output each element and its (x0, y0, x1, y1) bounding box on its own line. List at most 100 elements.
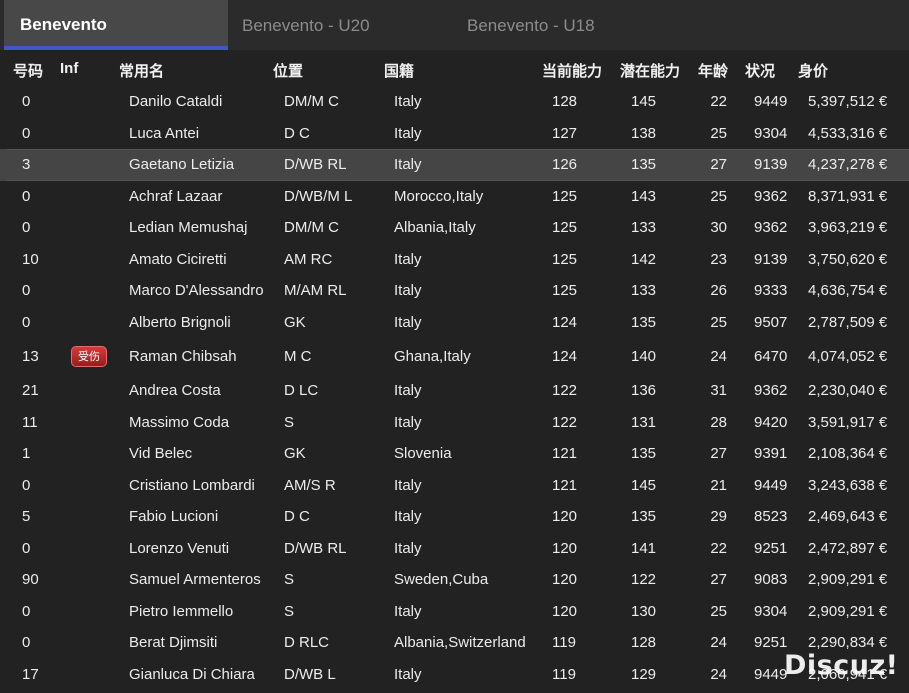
injury-badge[interactable]: 受伤 (71, 346, 107, 367)
player-position: M/AM RL (284, 282, 347, 299)
player-value: 2,469,643 € (808, 508, 888, 525)
player-value: 3,243,638 € (808, 476, 888, 494)
player-number: 0 (22, 124, 31, 142)
player-nationality: Italy (394, 508, 422, 525)
column-header-inf[interactable]: Inf (60, 60, 78, 77)
player-age: 24 (710, 348, 727, 365)
player-potential-ability: 135 (631, 445, 657, 462)
player-current-ability: 124 (552, 313, 578, 331)
player-nationality: Ghana,Italy (394, 348, 471, 365)
table-row[interactable]: 0 Danilo Cataldi DM/M C Italy 128 145 22 9449 5,… (0, 86, 909, 118)
table-row[interactable]: 17 Gianluca Di Chiara D/WB L Italy 119 129 24 9… (0, 659, 909, 691)
player-potential-ability: 142 (631, 250, 657, 268)
table-row[interactable]: 0 Berat Djimsiti D RLC Albania,Switzerland 1… (0, 627, 909, 659)
player-nationality: Italy (394, 156, 422, 173)
player-nationality: Italy (394, 413, 422, 431)
table-row[interactable]: 90 Samuel Armenteros S Sweden,Cuba 120 122 27 9… (0, 564, 909, 596)
player-condition: 9333 (754, 282, 788, 299)
column-header-name[interactable]: 常用名 (119, 60, 164, 81)
player-age: 25 (710, 187, 727, 205)
player-position: S (284, 602, 295, 620)
player-position: D/WB/M L (284, 187, 353, 205)
player-value: 2,909,291 € (808, 602, 888, 620)
player-nationality: Italy (394, 93, 422, 110)
player-number: 5 (22, 508, 31, 525)
player-number: 90 (22, 571, 39, 588)
table-row[interactable]: 21 Andrea Costa D LC Italy 122 136 31 9362 2,230… (0, 375, 909, 407)
player-potential-ability: 138 (631, 124, 657, 142)
table-row[interactable]: 0 Achraf Lazaar D/WB/M L Morocco,Italy 125 14… (0, 181, 909, 213)
player-number: 3 (22, 156, 31, 173)
watermark-logo: Discuz! (784, 650, 899, 681)
table-row[interactable]: 0 Lorenzo Venuti D/WB RL Italy 120 141 22 9251 2… (0, 533, 909, 565)
player-position: D C (284, 508, 310, 525)
table-row[interactable]: 0 Alberto Brignoli GK Italy 124 135 25 9507 2,78… (0, 307, 909, 339)
column-header-number[interactable]: 号码 (13, 60, 43, 81)
player-current-ability: 126 (552, 156, 578, 173)
player-age: 27 (710, 445, 727, 462)
player-name: Gianluca Di Chiara (129, 665, 255, 683)
player-potential-ability: 135 (631, 508, 657, 525)
player-number: 0 (22, 219, 31, 236)
column-header-potential-ability[interactable]: 潜在能力 (620, 60, 680, 81)
player-current-ability: 121 (552, 476, 578, 494)
player-current-ability: 120 (552, 539, 578, 557)
column-header-value[interactable]: 身价 (798, 60, 828, 81)
player-nationality: Italy (394, 313, 422, 331)
table-row[interactable]: 1 Vid Belec GK Slovenia 121 135 27 9391 2,108,36… (0, 438, 909, 470)
player-current-ability: 125 (552, 282, 578, 299)
player-number: 0 (22, 313, 31, 331)
player-current-ability: 125 (552, 250, 578, 268)
player-potential-ability: 145 (631, 93, 657, 110)
player-nationality: Italy (394, 250, 422, 268)
column-header-nationality[interactable]: 国籍 (384, 60, 414, 81)
column-header-age[interactable]: 年龄 (698, 60, 728, 81)
player-current-ability: 125 (552, 187, 578, 205)
player-name: Lorenzo Venuti (129, 539, 230, 557)
column-header-position[interactable]: 位置 (273, 60, 303, 81)
tab-benevento[interactable]: Benevento (4, 0, 228, 50)
player-position: D/WB L (284, 665, 336, 683)
column-header-condition[interactable]: 状况 (745, 60, 775, 81)
player-current-ability: 119 (552, 665, 576, 683)
table-row[interactable]: 0 Luca Antei D C Italy 127 138 25 9304 4,533,316… (0, 118, 909, 150)
player-position: DM/M C (284, 219, 339, 236)
player-potential-ability: 133 (631, 219, 657, 236)
player-current-ability: 120 (552, 602, 578, 620)
table-row[interactable]: 5 Fabio Lucioni D C Italy 120 135 29 8523 2,469,… (0, 501, 909, 533)
player-current-ability: 120 (552, 571, 578, 588)
player-current-ability: 122 (552, 382, 578, 399)
player-name: Pietro Iemmello (129, 602, 234, 620)
player-position: AM/S R (284, 476, 336, 494)
player-position: GK (284, 445, 306, 462)
table-row[interactable]: 0 Pietro Iemmello S Italy 120 130 25 9304 2,909,… (0, 596, 909, 628)
player-number: 0 (22, 476, 31, 494)
table-row[interactable]: 0 Ledian Memushaj DM/M C Albania,Italy 125 13… (0, 212, 909, 244)
player-potential-ability: 131 (631, 413, 657, 431)
player-age: 24 (710, 665, 727, 683)
player-condition: 9251 (754, 539, 788, 557)
player-potential-ability: 141 (631, 539, 657, 557)
player-position: D RLC (284, 634, 330, 651)
player-age: 28 (710, 413, 727, 431)
player-potential-ability: 122 (631, 571, 657, 588)
table-row[interactable]: 13 Raman Chibsah M C Ghana,Italy 124 140 24 647… (0, 338, 909, 375)
player-position: S (284, 413, 295, 431)
player-name: Berat Djimsiti (129, 634, 218, 651)
tab-benevento-u20[interactable]: Benevento - U20 (226, 0, 450, 50)
table-header: 号码 Inf 常用名 位置 国籍 当前能力 潜在能力 年龄 状况 身价 (0, 50, 909, 86)
player-current-ability: 119 (552, 634, 576, 651)
table-row[interactable]: 0 Cristiano Lombardi AM/S R Italy 121 145 21 94… (0, 470, 909, 502)
column-header-current-ability[interactable]: 当前能力 (542, 60, 602, 81)
player-age: 22 (710, 93, 727, 110)
player-value: 2,108,364 € (808, 445, 888, 462)
table-row[interactable]: 10 Amato Ciciretti AM RC Italy 125 142 23 9139 3… (0, 244, 909, 276)
table-row[interactable]: 11 Massimo Coda S Italy 122 131 28 9420 3,591,91… (0, 407, 909, 439)
player-age: 27 (710, 156, 727, 173)
table-row[interactable]: 0 Marco D'Alessandro M/AM RL Italy 125 133 26 9… (0, 275, 909, 307)
player-current-ability: 125 (552, 219, 578, 236)
player-name: Amato Ciciretti (129, 250, 227, 268)
player-condition: 9083 (754, 571, 788, 588)
table-row[interactable]: 3 Gaetano Letizia D/WB RL Italy 126 135 27 9139… (0, 149, 909, 181)
tab-benevento-u18[interactable]: Benevento - U18 (451, 0, 675, 50)
